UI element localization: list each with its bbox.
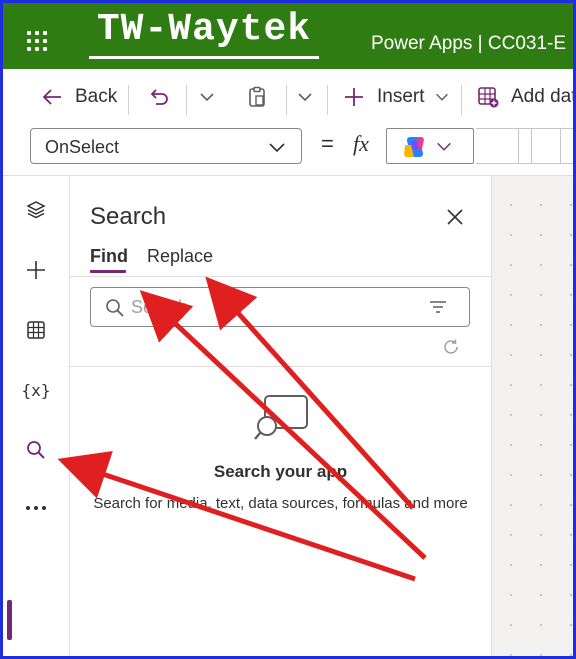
paste-dropdown-button[interactable] <box>295 69 315 125</box>
more-icon <box>26 506 46 510</box>
app-title: Power Apps | CC031-E <box>371 33 567 54</box>
search-input[interactable] <box>131 295 411 319</box>
refresh-icon[interactable] <box>442 338 460 356</box>
tree-view-button[interactable] <box>3 190 69 230</box>
insert-button[interactable]: Insert <box>343 69 451 125</box>
search-pane: Search Find Replace Search your app Sear… <box>70 176 492 656</box>
paste-button[interactable] <box>245 69 269 125</box>
tab-find[interactable]: Find <box>90 246 128 267</box>
filter-icon[interactable] <box>428 299 448 315</box>
search-rail-button[interactable] <box>3 430 69 470</box>
left-rail: {x} <box>3 176 70 656</box>
add-data-button[interactable]: Add data <box>477 69 576 125</box>
search-window-icon <box>254 395 308 440</box>
chevron-down-icon <box>435 93 448 101</box>
empty-state-title: Search your app <box>213 462 348 481</box>
back-label: Back <box>75 86 118 107</box>
tab-replace[interactable]: Replace <box>147 246 213 267</box>
command-bar: Back Insert Add data <box>3 69 573 125</box>
plus-icon <box>345 88 363 106</box>
chevron-down-icon <box>437 142 451 151</box>
fx-icon[interactable]: fx <box>353 131 369 157</box>
pane-title: Search <box>90 203 167 230</box>
brand-logo: TW-Waytek <box>83 7 325 61</box>
search-box[interactable] <box>90 287 470 327</box>
data-rail-button[interactable] <box>3 310 69 350</box>
formula-input[interactable] <box>476 128 573 164</box>
property-value: OnSelect <box>45 137 120 157</box>
insert-rail-button[interactable] <box>3 250 69 290</box>
copilot-button[interactable] <box>386 128 474 164</box>
active-indicator <box>7 600 12 640</box>
more-button[interactable] <box>3 488 69 528</box>
clipboard-icon <box>249 86 265 107</box>
search-icon <box>106 299 124 317</box>
variables-icon: {x} <box>21 380 51 400</box>
property-dropdown[interactable]: OnSelect <box>30 128 302 164</box>
screenshot-frame: TW-Waytek Power Apps | CC031-E Back Inse… <box>0 0 576 659</box>
copilot-icon <box>404 137 424 157</box>
undo-dropdown-button[interactable] <box>197 69 217 125</box>
chevron-down-icon <box>200 93 214 102</box>
search-icon <box>27 441 45 459</box>
chevron-down-icon <box>298 93 312 102</box>
insert-label: Insert <box>377 86 425 107</box>
back-arrow-icon <box>42 89 61 105</box>
empty-state-description: Search for media, text, data sources, fo… <box>93 495 468 512</box>
table-add-icon <box>478 87 499 108</box>
brand-text: TW-Waytek <box>96 8 312 51</box>
close-icon[interactable] <box>442 204 468 230</box>
active-tab-indicator <box>90 270 126 273</box>
equals-sign: = <box>321 131 334 156</box>
back-button[interactable]: Back <box>41 69 117 125</box>
add-data-label: Add data <box>511 86 576 107</box>
plus-icon <box>27 261 45 279</box>
app-header: TW-Waytek Power Apps | CC031-E <box>3 3 573 69</box>
undo-button[interactable] <box>147 69 171 125</box>
variables-button[interactable]: {x} <box>3 370 69 410</box>
undo-icon <box>150 89 168 105</box>
design-canvas[interactable] <box>492 176 573 656</box>
layers-icon <box>26 201 46 219</box>
formula-bar: OnSelect = fx <box>3 125 573 176</box>
chevron-down-icon <box>269 143 285 153</box>
app-launcher-icon[interactable] <box>27 31 49 53</box>
table-icon <box>27 321 45 339</box>
